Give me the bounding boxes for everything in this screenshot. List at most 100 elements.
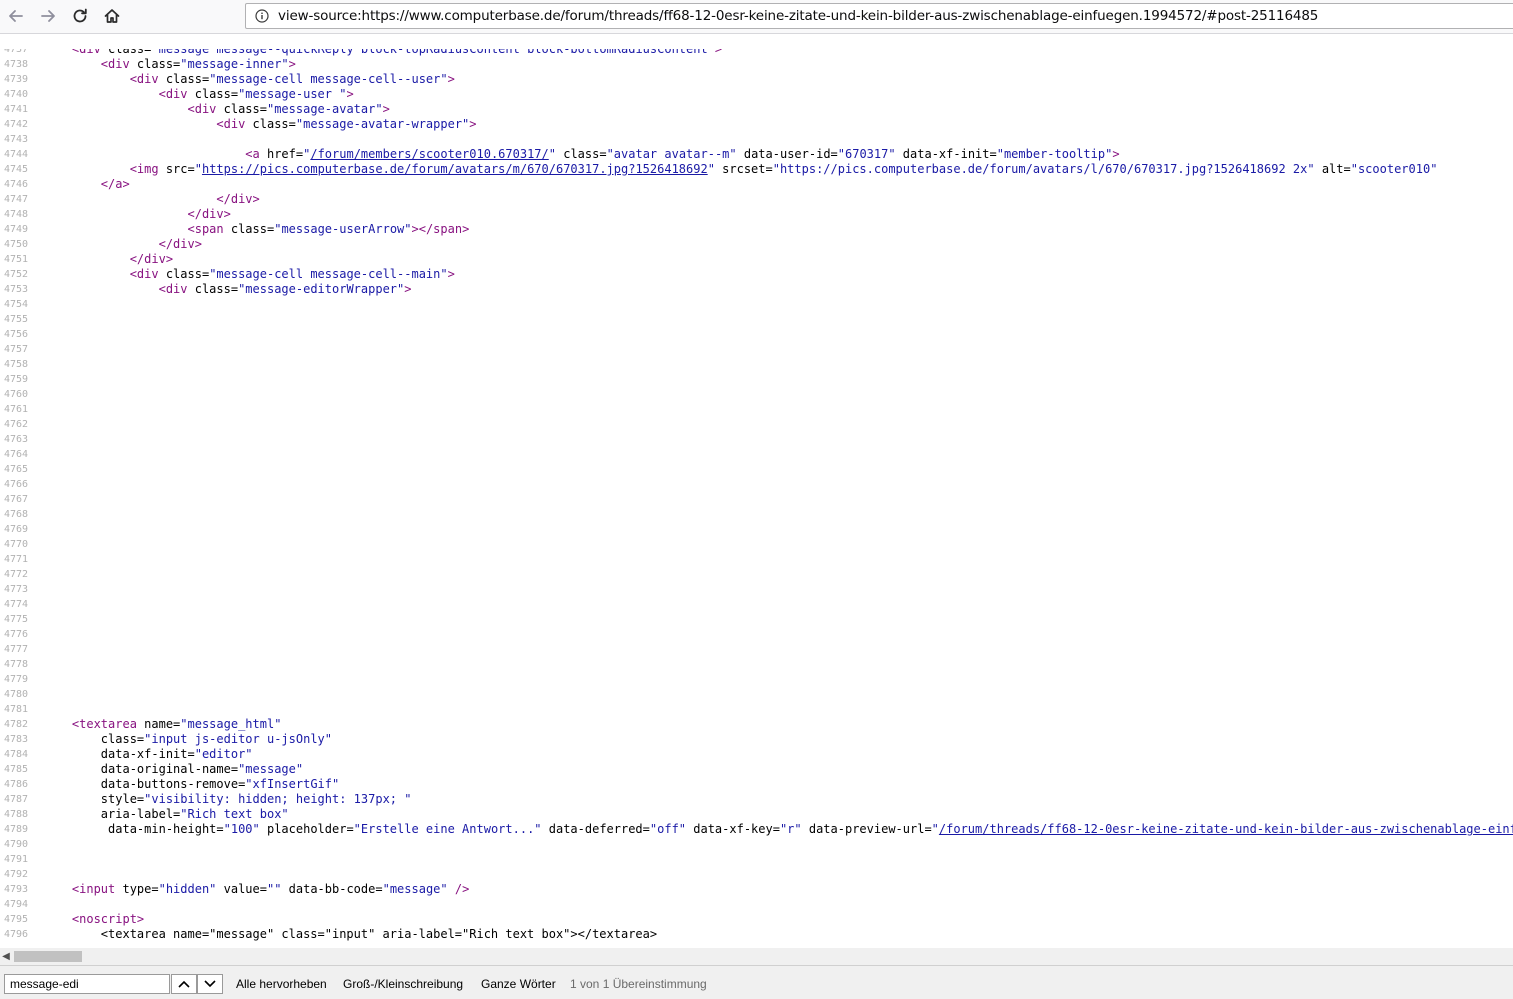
line-number: 4751 <box>4 254 29 265</box>
source-line: 4742 <div class="message-avatar-wrapper"… <box>0 117 1513 132</box>
code-token: placeholder= <box>259 822 354 836</box>
find-input[interactable] <box>4 974 170 994</box>
code-token: <a <box>245 147 267 161</box>
code-token: "100" <box>223 822 260 836</box>
line-number: 4790 <box>4 839 29 850</box>
source-link[interactable]: https://pics.computerbase.de/forum/avata… <box>202 162 708 176</box>
source-line: 4792 <box>0 867 1513 882</box>
code-token: name= <box>144 717 181 731</box>
code-token: class= <box>136 57 181 71</box>
home-button[interactable] <box>100 4 124 28</box>
source-link[interactable]: /forum/threads/ff68-12-0esr-keine-zitate… <box>939 822 1513 836</box>
code-token: "editor" <box>194 747 253 761</box>
source-line: 4780 <box>0 687 1513 702</box>
back-button[interactable] <box>4 4 28 28</box>
line-number: 4794 <box>4 899 29 910</box>
source-line: 4746 </a> <box>0 177 1513 192</box>
source-line: 4744 <a href= "/forum/members/scooter010.… <box>0 147 1513 162</box>
line-number: 4785 <box>4 764 29 775</box>
url-bar[interactable]: view-source:https://www.computerbase.de/… <box>245 3 1513 29</box>
line-number: 4782 <box>4 719 29 730</box>
horizontal-scrollbar[interactable]: ◀ <box>0 948 1513 965</box>
line-code: <input type="hidden" value="" data-bb-co… <box>43 882 469 897</box>
highlight-all-toggle[interactable]: Alle hervorheben <box>236 977 327 991</box>
view-source-content: 4737 <div class="message message--quickR… <box>0 49 1513 948</box>
source-line: 4764 <box>0 447 1513 462</box>
line-number: 4740 <box>4 89 29 100</box>
source-line: 4739 <div class="message-cell message-ce… <box>0 72 1513 87</box>
reload-button[interactable] <box>68 4 92 28</box>
source-line: 4750 </div> <box>0 237 1513 252</box>
source-line: 4752 <div class="message-cell message-ce… <box>0 267 1513 282</box>
code-token: <div <box>216 117 253 131</box>
code-token: "https://pics.computerbase.de/forum/avat… <box>772 162 1315 176</box>
source-link[interactable]: /forum/members/scooter010.670317/ <box>310 147 548 161</box>
match-case-toggle[interactable]: Groß-/Kleinschreibung <box>343 977 463 991</box>
line-code: </div> <box>43 207 231 222</box>
source-line: 4779 <box>0 672 1513 687</box>
scrollbar-thumb[interactable] <box>14 951 82 962</box>
line-number: 4766 <box>4 479 29 490</box>
source-line: 4785 data-original-name="message" <box>0 762 1513 777</box>
arrow-right-icon <box>41 10 55 22</box>
home-icon <box>104 9 120 23</box>
source-line: 4774 <box>0 597 1513 612</box>
code-token: </div> <box>216 192 260 206</box>
code-token: " <box>707 162 715 176</box>
line-number: 4744 <box>4 149 29 160</box>
line-number: 4796 <box>4 929 29 940</box>
code-token: class= <box>252 117 296 131</box>
code-token: style= <box>43 792 145 806</box>
forward-button[interactable] <box>36 4 60 28</box>
line-number: 4765 <box>4 464 29 475</box>
line-number: 4774 <box>4 599 29 610</box>
code-token: " <box>194 162 202 176</box>
line-code: <textarea name="message" class="input" a… <box>43 927 657 942</box>
code-token: <div <box>129 72 166 86</box>
line-code: <div class="message-user "> <box>43 87 354 102</box>
line-number: 4757 <box>4 344 29 355</box>
whole-words-toggle[interactable]: Ganze Wörter <box>481 977 556 991</box>
source-line: 4791 <box>0 852 1513 867</box>
line-number: 4788 <box>4 809 29 820</box>
find-previous-button[interactable] <box>171 974 197 994</box>
browser-toolbar: view-source:https://www.computerbase.de/… <box>0 0 1513 34</box>
line-number: 4768 <box>4 509 29 520</box>
code-token: class= <box>165 267 210 281</box>
code-token: </div> <box>187 207 231 221</box>
code-token: data-xf-init= <box>895 147 997 161</box>
scroll-left-icon[interactable]: ◀ <box>0 948 12 965</box>
code-token: "off" <box>649 822 687 836</box>
code-token: href= <box>266 147 304 161</box>
code-token: "Erstelle eine Antwort..." <box>353 822 542 836</box>
line-code: class="input js-editor u-jsOnly" <box>43 732 332 747</box>
code-token: <div <box>158 87 195 101</box>
code-token: class= <box>223 102 267 116</box>
code-token: data-buttons-remove= <box>43 777 246 791</box>
source-line: 4767 <box>0 492 1513 507</box>
url-text: view-source:https://www.computerbase.de/… <box>278 8 1319 24</box>
line-code: </a> <box>43 177 130 192</box>
code-token: "Rich text box" <box>180 807 289 821</box>
line-number: 4762 <box>4 419 29 430</box>
code-token: </a> <box>100 177 130 191</box>
code-token: aria-label= <box>43 807 181 821</box>
source-line: 4771 <box>0 552 1513 567</box>
source-line: 4777 <box>0 642 1513 657</box>
line-number: 4773 <box>4 584 29 595</box>
line-number: 4738 <box>4 59 29 70</box>
info-icon[interactable] <box>255 9 269 23</box>
code-token: "670317" <box>837 147 896 161</box>
code-token: class= <box>43 732 145 746</box>
line-code: <div class="message-cell message-cell--u… <box>43 72 455 87</box>
code-token: ></span> <box>411 222 470 236</box>
find-next-button[interactable] <box>197 974 223 994</box>
source-line: 4763 <box>0 432 1513 447</box>
line-code: </div> <box>43 237 202 252</box>
